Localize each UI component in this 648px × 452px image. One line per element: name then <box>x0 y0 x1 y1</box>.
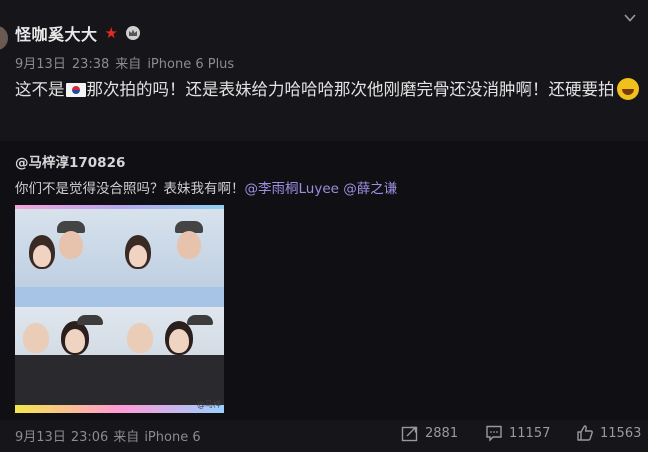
crown-badge-icon[interactable] <box>125 26 140 40</box>
photo-frame-stripe <box>15 405 224 413</box>
repost-card[interactable]: @马梓淳170826 你们不是觉得没合照吗？表妹我有啊！@李雨桐Luyee @薛… <box>0 141 648 420</box>
photo-face <box>59 231 83 259</box>
repost-icon <box>401 426 418 442</box>
like-count: 11563 <box>600 425 642 441</box>
photo-face <box>169 329 189 353</box>
photo-watermark: @马梓 <box>197 400 221 409</box>
star-badge-icon[interactable]: ★ <box>105 25 118 41</box>
photo-bathtub <box>15 287 224 307</box>
post-via: 来自 <box>115 57 142 72</box>
post-meta: 9月13日 23:38 来自 iPhone 6 Plus <box>15 53 240 72</box>
laugh-cry-emoji <box>616 78 639 100</box>
post-content: 这不是 那次拍的吗！还是表妹给力哈哈哈那次他刚磨完骨还没消肿啊！还硬要拍 <box>15 76 640 103</box>
author-name[interactable]: 怪咖奚大大 <box>15 21 98 45</box>
korea-flag-emoji <box>65 83 86 97</box>
repost-device: iPhone 6 <box>144 430 201 445</box>
repost-count: 2881 <box>425 425 459 441</box>
avatar[interactable] <box>0 26 8 50</box>
photo-clothes <box>15 355 224 405</box>
like-icon <box>577 425 593 441</box>
comment-icon <box>486 425 502 442</box>
like-button[interactable]: 11563 <box>576 424 641 442</box>
post-date[interactable]: 9月13日 <box>15 57 66 72</box>
content-text-2: 那次拍的吗！还是表妹给力哈哈哈那次他刚磨完骨还没消肿啊！还硬要拍 <box>86 80 615 99</box>
content-text-1: 这不是 <box>15 80 65 99</box>
repost-date[interactable]: 9月13日 <box>15 430 66 445</box>
repost-text: 你们不是觉得没合照吗？表妹我有啊！@李雨桐Luyee @薛之谦 <box>15 177 397 197</box>
repost-body: 你们不是觉得没合照吗？表妹我有啊！ <box>15 181 245 197</box>
post-time[interactable]: 23:38 <box>72 57 109 72</box>
photo-face <box>177 231 201 259</box>
repost-meta: 9月13日 23:06 来自 iPhone 6 <box>15 426 206 445</box>
repost-photo[interactable]: @马梓 <box>15 205 224 413</box>
repost-button[interactable]: 2881 <box>401 424 458 442</box>
photo-face <box>65 329 85 353</box>
post-device: iPhone 6 Plus <box>147 57 235 72</box>
photo-cap <box>77 315 103 325</box>
photo-face <box>33 245 51 267</box>
comment-button[interactable]: 11157 <box>485 424 550 442</box>
mention-luyee[interactable]: @李雨桐Luyee <box>245 181 339 197</box>
repost-time[interactable]: 23:06 <box>71 430 108 445</box>
comment-count: 11157 <box>509 425 551 441</box>
author-row: 怪咖奚大大 ★ <box>15 22 140 44</box>
photo-face <box>129 245 147 267</box>
photo-face <box>23 323 49 353</box>
repost-author[interactable]: @马梓淳170826 <box>15 151 125 171</box>
mention-xuezhiqian[interactable]: @薛之谦 <box>343 181 397 197</box>
photo-face <box>127 323 153 353</box>
chevron-down-icon[interactable] <box>624 12 636 24</box>
repost-footer: 9月13日 23:06 来自 iPhone 6 2881 11157 11563 <box>15 424 641 445</box>
weibo-post: 怪咖奚大大 ★ 9月13日 23:38 来自 iPhone 6 Plus 这不是 那次拍… <box>0 0 648 452</box>
repost-via: 来自 <box>113 430 140 445</box>
photo-cap <box>187 315 213 325</box>
